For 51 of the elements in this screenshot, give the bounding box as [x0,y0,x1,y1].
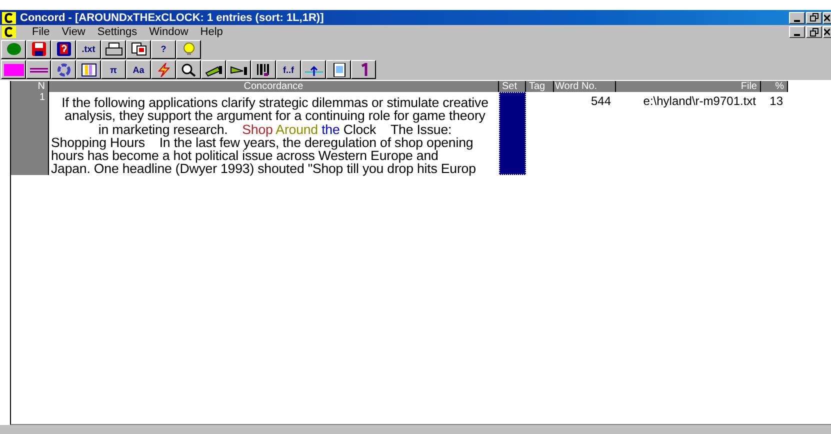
column-header[interactable]: % [761,81,788,92]
table-cell-text: 13 [768,93,784,110]
toolbar-button[interactable]: ? [151,40,176,58]
concordance-line: hours has become a hot political issue across Western Europe and [51,149,438,162]
barcode-icon[interactable] [251,60,276,79]
close-button[interactable] [823,12,831,24]
menu-item[interactable]: View [62,26,86,38]
row-number: 1 [11,92,49,175]
column-header[interactable]: Set [499,81,526,92]
column-header[interactable]: N [11,81,49,92]
concordance-line: Shopping Hours In the last few years, the deregulation of shop opening [51,136,474,150]
menu-item[interactable]: File [32,26,50,38]
toolbar-button[interactable]: .txt [76,40,101,58]
column-header[interactable]: Tag [526,81,554,92]
table-cell-text: e:\hyland\r-m9701.txt [642,93,757,110]
app-logo-icon [2,12,16,24]
table-cell-text: 544 [590,93,612,110]
help-book-icon[interactable] [51,40,76,58]
restore-button[interactable] [806,12,822,24]
minimize-icon [794,34,800,36]
notepad-icon[interactable] [326,60,351,79]
concordance-line: in marketing research. Shop Around the Clock The Issue: [98,122,452,136]
columns-icon[interactable] [76,60,101,79]
magnifier-icon[interactable] [176,60,201,79]
copy-icon[interactable] [126,40,151,58]
swatch-icon[interactable] [1,60,26,79]
toolbar-button[interactable]: π [101,60,126,79]
printer-icon[interactable] [101,40,126,58]
toolbar-button[interactable]: f..f [276,60,301,79]
close-icon [824,14,830,22]
menu-item[interactable]: Window [149,26,188,38]
document-logo-icon [2,26,16,38]
column-header[interactable]: Word No. [554,81,616,92]
column-header[interactable]: Concordance [49,81,499,92]
restore-button[interactable] [806,26,822,38]
toolbar-button[interactable]: Aa [126,60,151,79]
close-button[interactable] [823,26,831,38]
minimize-button[interactable] [789,12,805,24]
window-title: Concord - [AROUNDxTHExCLOCK: 1 entries (sort: 1L,1R)] [20,12,324,24]
close-icon [824,28,830,36]
concordance-line: If the following applications clarify strategic dilemmas or stimulate creative [60,96,490,110]
menu-item[interactable]: Help [200,26,223,38]
concordance-line: Japan. One headline (Dwyer 1993) shouted "Shop till you drop hits Europ [51,162,477,176]
column-header[interactable]: File [616,81,761,92]
concordance-line: analysis, they support the argument for a continuing role for game theory [64,109,486,123]
minimize-icon [794,20,800,22]
menu-item[interactable]: Settings [97,26,138,38]
minimize-button[interactable] [789,26,805,38]
cycle-icon[interactable] [51,60,76,79]
lightning-icon[interactable] [151,60,176,79]
bulb-icon[interactable] [176,40,201,58]
